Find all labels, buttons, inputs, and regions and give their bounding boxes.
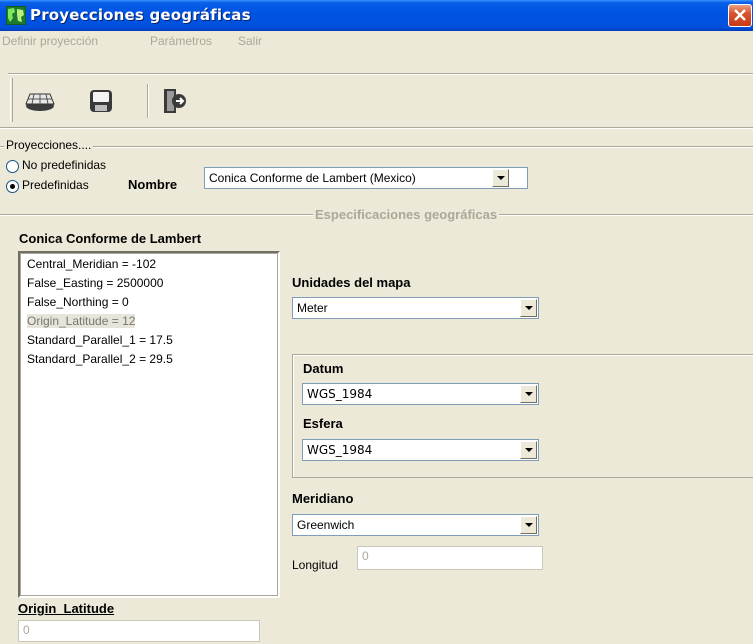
toolbar-separator bbox=[147, 84, 149, 118]
spheroid-value: WGS_1984 bbox=[307, 443, 373, 457]
longitude-label: Longitud bbox=[292, 558, 339, 572]
chevron-down-icon[interactable] bbox=[492, 169, 509, 187]
longitude-input[interactable]: 0 bbox=[357, 546, 543, 570]
menu-salir[interactable]: Salir bbox=[238, 34, 262, 48]
menu-bar bbox=[0, 31, 753, 51]
parameter-item[interactable]: Standard_Parallel_1 = 17.5 bbox=[27, 333, 173, 347]
save-disk-icon bbox=[90, 90, 112, 112]
meridian-value: Greenwich bbox=[297, 518, 355, 532]
chevron-down-icon[interactable] bbox=[520, 441, 537, 459]
grid-projection-icon bbox=[25, 93, 55, 111]
toolbar-grip[interactable] bbox=[10, 78, 13, 122]
window-title: Proyecciones geográficas bbox=[30, 6, 251, 24]
nombre-label: Nombre bbox=[128, 177, 178, 192]
datum-value: WGS_1984 bbox=[307, 387, 373, 401]
map-units-dropdown[interactable]: Meter bbox=[292, 297, 539, 319]
parameter-item[interactable]: Central_Meridian = -102 bbox=[27, 257, 156, 271]
radio-predefinidas[interactable] bbox=[6, 180, 19, 193]
parameter-item[interactable]: Standard_Parallel_2 = 29.5 bbox=[27, 352, 173, 366]
exit-button[interactable] bbox=[160, 86, 188, 116]
parameter-item[interactable]: False_Northing = 0 bbox=[27, 295, 129, 309]
especificaciones-group-title: Especificaciones geográficas bbox=[313, 207, 500, 222]
parameter-item[interactable]: False_Easting = 2500000 bbox=[27, 276, 163, 290]
spheroid-label: Esfera bbox=[303, 416, 343, 431]
chevron-down-icon[interactable] bbox=[520, 516, 537, 534]
projection-name-value: Conica Conforme de Lambert (Mexico) bbox=[209, 171, 416, 185]
meridian-dropdown[interactable]: Greenwich bbox=[292, 514, 539, 536]
parameter-item-selected[interactable]: Origin_Latitude = 12 bbox=[27, 314, 136, 328]
spheroid-dropdown[interactable]: WGS_1984 bbox=[302, 439, 539, 461]
toolbar-bottom-edge bbox=[0, 127, 753, 129]
toolbar-top-edge bbox=[8, 73, 753, 75]
proyecciones-group-border bbox=[0, 146, 753, 148]
meridian-label: Meridiano bbox=[292, 491, 354, 506]
proyecciones-group-title: Proyecciones.... bbox=[4, 138, 94, 152]
projection-name-dropdown[interactable]: Conica Conforme de Lambert (Mexico) bbox=[204, 167, 528, 189]
save-button[interactable] bbox=[87, 87, 115, 115]
world-map-icon bbox=[6, 6, 26, 25]
menu-parametros[interactable]: Parámetros bbox=[150, 34, 212, 48]
map-units-label: Unidades del mapa bbox=[292, 275, 411, 290]
projection-title: Conica Conforme de Lambert bbox=[19, 231, 202, 246]
grid-projection-button[interactable] bbox=[24, 86, 56, 114]
radio-no-predefinidas[interactable] bbox=[6, 160, 19, 173]
selected-parameter-label: Origin_Latitude bbox=[18, 601, 115, 616]
datum-label: Datum bbox=[303, 361, 344, 376]
exit-door-icon bbox=[164, 89, 186, 113]
selected-parameter-input[interactable]: 0 bbox=[18, 620, 260, 642]
chevron-down-icon[interactable] bbox=[520, 299, 537, 317]
radio-predefinidas-label: Predefinidas bbox=[22, 178, 89, 192]
radio-no-predefinidas-label: No predefinidas bbox=[22, 158, 107, 172]
chevron-down-icon[interactable] bbox=[520, 385, 537, 403]
close-button[interactable] bbox=[728, 4, 752, 27]
datum-dropdown[interactable]: WGS_1984 bbox=[302, 383, 539, 405]
map-units-value: Meter bbox=[297, 301, 328, 315]
close-icon bbox=[734, 9, 746, 21]
menu-definir-proyeccion[interactable]: Definir proyección bbox=[2, 34, 98, 48]
